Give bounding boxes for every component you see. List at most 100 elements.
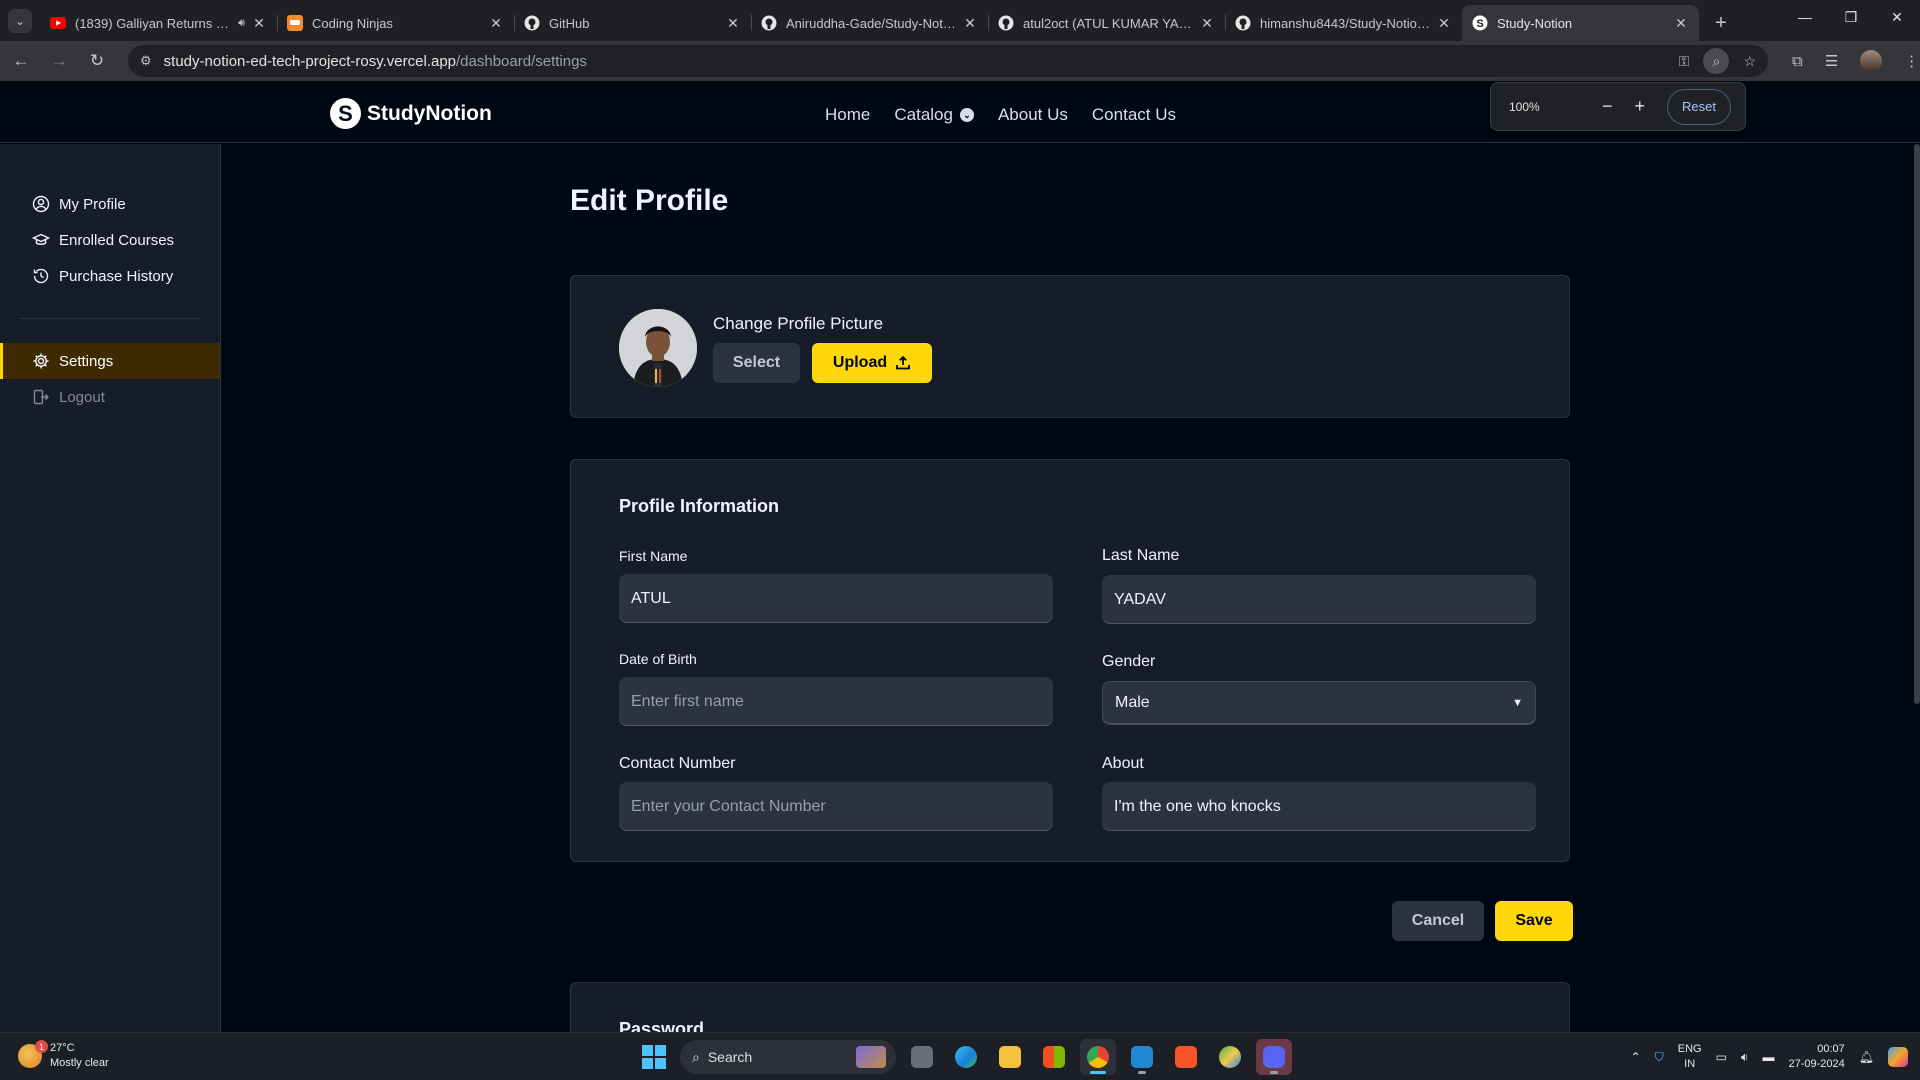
close-tab-icon[interactable]: ✕ xyxy=(1673,15,1689,32)
last-name-label: Last Name xyxy=(1102,547,1180,564)
app-icon[interactable] xyxy=(1212,1039,1248,1075)
speaker-icon[interactable]: 🔊︎ xyxy=(238,17,245,30)
nav-home-link[interactable]: Home xyxy=(825,105,870,125)
discord-icon[interactable] xyxy=(1256,1039,1292,1075)
chrome-icon[interactable] xyxy=(1080,1039,1116,1075)
browser-tab[interactable]: atul2oct (ATUL KUMAR YADAV) ✕ xyxy=(988,5,1225,41)
close-tab-icon[interactable]: ✕ xyxy=(251,15,267,32)
restore-icon[interactable]: ❐ xyxy=(1828,0,1874,34)
dob-field[interactable]: Enter first name xyxy=(619,677,1053,726)
bookmark-star-icon[interactable]: ☆ xyxy=(1743,53,1756,70)
battery-icon[interactable]: ▬ xyxy=(1762,1050,1774,1064)
gender-label: Gender xyxy=(1102,653,1156,670)
copilot-icon[interactable] xyxy=(1888,1047,1908,1067)
tab-title: GitHub xyxy=(549,15,590,31)
page-scrollbar[interactable] xyxy=(1914,144,1920,704)
tab-title: Study-Notion xyxy=(1497,15,1573,31)
extensions-icon[interactable]: ⧉ xyxy=(1792,53,1803,70)
browser-toolbar: ← → ↻ ⚙ study-notion-ed-tech-project-ros… xyxy=(0,41,1920,81)
zoom-reset-button[interactable]: Reset xyxy=(1667,88,1731,125)
select-picture-button[interactable]: Select xyxy=(713,343,800,383)
sidebar-item-purchase-history[interactable]: Purchase History xyxy=(0,258,220,294)
profile-avatar xyxy=(619,309,697,387)
profile-avatar-icon[interactable] xyxy=(1860,50,1883,72)
forward-arrow-icon[interactable]: → xyxy=(42,44,76,78)
reload-icon[interactable]: ↻ xyxy=(80,44,114,78)
taskbar-search[interactable]: ⌕ Search xyxy=(680,1040,896,1074)
media-controls-icon[interactable]: ☰ xyxy=(1825,52,1838,70)
studynotion-logo[interactable]: S StudyNotion xyxy=(330,98,492,129)
weather-temperature: 27°C xyxy=(50,1042,75,1054)
minimize-icon[interactable]: — xyxy=(1782,0,1828,34)
zoom-out-button[interactable]: − xyxy=(1602,96,1613,117)
nav-links: Home Catalog ⌄ About Us Contact Us xyxy=(825,105,1176,125)
gender-select[interactable]: Male ▼ xyxy=(1102,681,1536,725)
sidebar-item-label: Settings xyxy=(59,352,114,370)
network-icon[interactable]: ▭ xyxy=(1716,1050,1727,1064)
chevron-down-icon: ⌄ xyxy=(959,108,974,122)
search-icon: ⌕ xyxy=(692,1048,700,1065)
save-button[interactable]: Save xyxy=(1495,901,1573,941)
nav-about-link[interactable]: About Us xyxy=(998,105,1068,125)
volume-icon[interactable]: 🔉︎ xyxy=(1741,1050,1749,1065)
menu-kebab-icon[interactable]: ⋮ xyxy=(1904,52,1919,70)
browser-tab[interactable]: Coding Ninjas ✕ xyxy=(277,5,514,41)
weather-widget[interactable]: 1 27°C Mostly clear xyxy=(18,1040,109,1071)
github-icon xyxy=(524,15,540,31)
browser-tab[interactable]: himanshu8443/Study-Notion-m ✕ xyxy=(1225,5,1462,41)
close-tab-icon[interactable]: ✕ xyxy=(962,15,978,32)
address-bar[interactable]: ⚙ study-notion-ed-tech-project-rosy.verc… xyxy=(128,45,1768,77)
close-tab-icon[interactable]: ✕ xyxy=(725,15,741,32)
about-field[interactable]: I'm the one who knocks xyxy=(1102,782,1536,831)
first-name-field[interactable]: ATUL xyxy=(619,574,1053,623)
vscode-icon[interactable] xyxy=(1124,1039,1160,1075)
notification-bell-icon[interactable]: 🔔︎ xyxy=(1859,1050,1874,1064)
youtube-icon xyxy=(50,15,66,31)
last-name-field[interactable]: YADAV xyxy=(1102,575,1536,624)
clock[interactable]: 00:07 27-09-2024 xyxy=(1788,1042,1844,1072)
contact-number-field[interactable]: Enter your Contact Number xyxy=(619,782,1053,831)
chevron-down-icon: ▼ xyxy=(1512,697,1523,709)
password-key-icon[interactable]: ⚿ xyxy=(1679,53,1690,70)
security-shield-icon[interactable]: ⛉ xyxy=(1655,1050,1664,1065)
browser-tab-strip: ⌄ (1839) Galliyan Returns Full 🔊︎ ✕ Codi… xyxy=(0,0,1920,41)
sidebar-item-settings[interactable]: Settings xyxy=(0,343,220,379)
sidebar-item-my-profile[interactable]: My Profile xyxy=(0,186,220,222)
sidebar-item-logout[interactable]: Logout xyxy=(0,379,220,415)
browser-tab-active[interactable]: S Study-Notion ✕ xyxy=(1462,5,1699,41)
close-tab-icon[interactable]: ✕ xyxy=(1199,15,1215,32)
zoom-icon[interactable]: ⌕ xyxy=(1703,48,1730,74)
close-tab-icon[interactable]: ✕ xyxy=(488,15,504,32)
coding-ninjas-icon xyxy=(287,15,303,31)
microsoft-store-icon[interactable] xyxy=(1036,1039,1072,1075)
file-explorer-icon[interactable] xyxy=(992,1039,1028,1075)
edge-icon[interactable] xyxy=(948,1039,984,1075)
upload-picture-button[interactable]: Upload xyxy=(812,343,932,383)
nav-catalog-link[interactable]: Catalog ⌄ xyxy=(894,105,974,125)
task-view-icon[interactable] xyxy=(904,1039,940,1075)
logout-icon xyxy=(33,389,49,405)
back-arrow-icon[interactable]: ← xyxy=(4,44,38,78)
sidebar-item-label: Enrolled Courses xyxy=(59,231,175,249)
tab-title: Coding Ninjas xyxy=(312,15,393,31)
browser-tab[interactable]: (1839) Galliyan Returns Full 🔊︎ ✕ xyxy=(40,5,277,41)
windows-start-icon[interactable] xyxy=(636,1039,672,1075)
browser-tab[interactable]: Aniruddha-Gade/Study-Notion ✕ xyxy=(751,5,988,41)
brave-icon[interactable] xyxy=(1168,1039,1204,1075)
site-info-icon[interactable]: ⚙ xyxy=(140,53,152,69)
dob-label: Date of Birth xyxy=(619,651,697,667)
sidebar-item-enrolled-courses[interactable]: Enrolled Courses xyxy=(0,222,220,258)
chevron-up-icon[interactable]: ⌃ xyxy=(1631,1050,1641,1064)
nav-contact-link[interactable]: Contact Us xyxy=(1092,105,1176,125)
cancel-button[interactable]: Cancel xyxy=(1392,901,1484,941)
close-window-icon[interactable]: ✕ xyxy=(1874,0,1920,34)
language-indicator[interactable]: ENG IN xyxy=(1678,1042,1702,1072)
close-tab-icon[interactable]: ✕ xyxy=(1436,15,1452,32)
zoom-in-button[interactable]: + xyxy=(1634,96,1645,117)
tab-search-button[interactable]: ⌄ xyxy=(8,9,32,33)
upload-button-label: Upload xyxy=(832,354,888,371)
tab-title: himanshu8443/Study-Notion-m xyxy=(1260,15,1430,31)
browser-tab[interactable]: GitHub ✕ xyxy=(514,5,751,41)
sidebar-item-label: Purchase History xyxy=(59,267,174,285)
new-tab-button[interactable]: + xyxy=(1707,9,1735,37)
